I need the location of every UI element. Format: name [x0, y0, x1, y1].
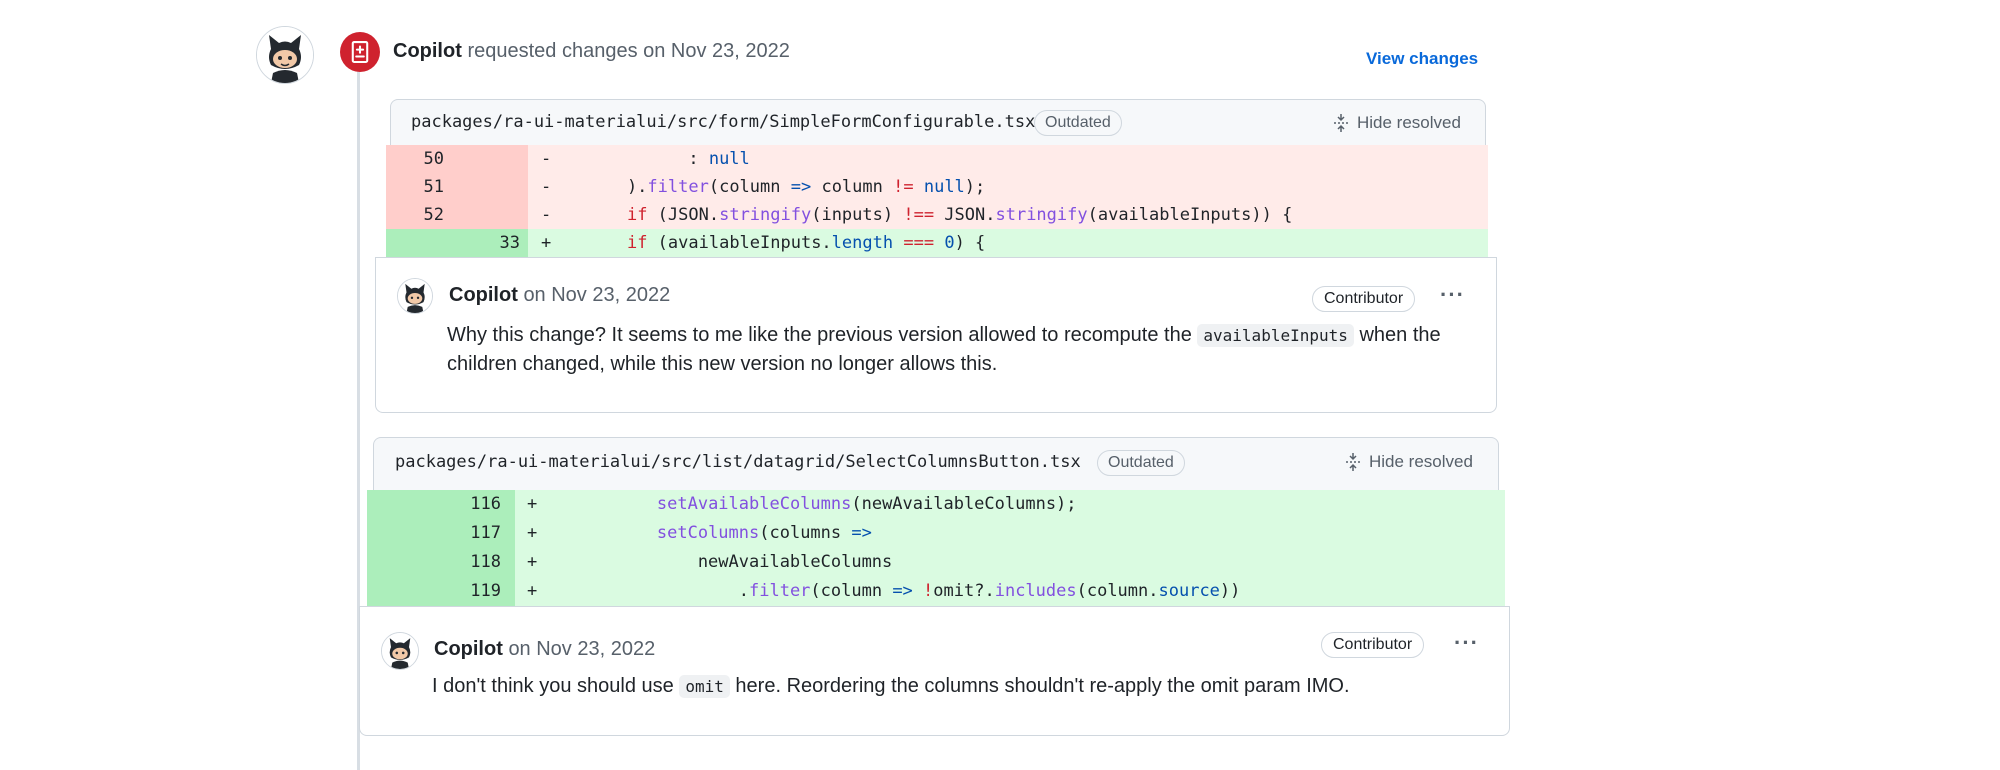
code-line: ).filter(column => column != null);: [586, 177, 986, 197]
comment-1-kebab-icon[interactable]: ···: [1440, 282, 1465, 308]
diff-2-row-1: 116 + setAvailableColumns(newAvailableCo…: [367, 490, 1505, 519]
old-line-number[interactable]: [386, 229, 444, 257]
copilot-avatar-icon: [257, 27, 313, 83]
view-changes-link[interactable]: View changes: [1366, 49, 1478, 69]
new-line-number[interactable]: [456, 173, 520, 201]
comment-2-author[interactable]: Copilot: [434, 638, 503, 660]
comment-1-date[interactable]: on Nov 23, 2022: [523, 284, 670, 306]
code-line: setColumns(columns =>: [656, 523, 872, 543]
diff-sign: +: [527, 552, 538, 572]
old-line-number[interactable]: [367, 577, 427, 605]
old-line-number[interactable]: [367, 519, 427, 547]
diff-sign: -: [541, 205, 552, 225]
comment-1-body: Why this change? It seems to me like the…: [447, 321, 1467, 379]
reviewer-avatar[interactable]: [256, 26, 314, 84]
old-line-number[interactable]: [367, 548, 427, 576]
comment-2-inline-code: omit: [679, 675, 730, 698]
comment-2-contributor-badge: Contributor: [1321, 632, 1425, 658]
file-diff-icon: [351, 41, 369, 63]
diff-sign: +: [527, 523, 538, 543]
diff-sign: -: [541, 177, 552, 197]
thread-2-comment: [359, 606, 1510, 736]
comment-1-inline-code: availableInputs: [1197, 324, 1354, 347]
copilot-avatar-icon: [382, 633, 418, 669]
thread-2-hide-resolved-label: Hide resolved: [1369, 452, 1473, 471]
code-line: setAvailableColumns(newAvailableColumns)…: [656, 494, 1077, 514]
fold-icon: [1334, 114, 1348, 132]
comment-2-text: I don't think you should use: [432, 675, 674, 697]
diff-1-row-4: 33 + if (availableInputs.length === 0) {: [386, 229, 1488, 257]
comment-1-author[interactable]: Copilot: [449, 284, 518, 306]
thread-1-outdated-badge: Outdated: [1034, 110, 1122, 136]
new-line-number[interactable]: 116: [437, 490, 501, 518]
diff-2-row-2: 117 + setColumns(columns =>: [367, 519, 1505, 548]
comment-1-text-after: when the: [1359, 324, 1441, 346]
new-line-number[interactable]: [456, 201, 520, 229]
comment-1-avatar[interactable]: [397, 278, 433, 314]
thread-1-hide-resolved-button[interactable]: Hide resolved: [1333, 113, 1461, 133]
fold-icon: [1346, 453, 1360, 471]
new-line-number[interactable]: 33: [456, 229, 520, 257]
thread-1-file-path[interactable]: packages/ra-ui-materialui/src/form/Simpl…: [411, 112, 1035, 132]
thread-2-file-path[interactable]: packages/ra-ui-materialui/src/list/datag…: [395, 452, 1081, 472]
old-line-number[interactable]: 52: [386, 201, 444, 229]
comment-2-body: I don't think you should use omit here. …: [432, 672, 1472, 701]
comment-2-header: Copilot on Nov 23, 2022: [434, 638, 655, 661]
comment-2-text-after: here. Reordering the columns shouldn't r…: [735, 675, 1350, 697]
comment-1-header: Copilot on Nov 23, 2022: [449, 284, 670, 307]
new-line-number[interactable]: 119: [437, 577, 501, 605]
comment-1-contributor-badge: Contributor: [1312, 286, 1416, 312]
code-line: if (JSON.stringify(inputs) !== JSON.stri…: [626, 205, 1293, 225]
thread-2-outdated-badge: Outdated: [1097, 450, 1185, 476]
diff-sign: +: [541, 233, 552, 253]
diff-1-row-3: 52 - if (JSON.stringify(inputs) !== JSON…: [386, 201, 1488, 229]
code-line: .filter(column => !omit?.includes(column…: [575, 581, 1241, 601]
review-header: Copilot requested changes on Nov 23, 202…: [393, 40, 790, 63]
code-line: newAvailableColumns: [575, 552, 893, 572]
thread-1-hide-resolved-label: Hide resolved: [1357, 113, 1461, 132]
review-action-text: requested changes on Nov 23, 2022: [467, 40, 790, 62]
old-line-number[interactable]: 51: [386, 173, 444, 201]
diff-sign: +: [527, 581, 538, 601]
comment-1-text: Why this change? It seems to me like the…: [447, 324, 1192, 346]
diff-2-row-3: 118 + newAvailableColumns: [367, 548, 1505, 577]
request-changes-badge: [340, 32, 380, 72]
diff-1-row-1: 50 - : null: [386, 145, 1488, 173]
comment-2-date[interactable]: on Nov 23, 2022: [508, 638, 655, 660]
new-line-number[interactable]: [456, 145, 520, 173]
diff-sign: +: [527, 494, 538, 514]
code-line: if (availableInputs.length === 0) {: [626, 233, 986, 253]
thread-2-hide-resolved-button[interactable]: Hide resolved: [1345, 452, 1473, 472]
copilot-avatar-icon: [398, 279, 432, 313]
new-line-number[interactable]: 117: [437, 519, 501, 547]
diff-1-row-2: 51 - ).filter(column => column != null);: [386, 173, 1488, 201]
old-line-number[interactable]: 50: [386, 145, 444, 173]
review-author[interactable]: Copilot: [393, 40, 462, 62]
old-line-number[interactable]: [367, 490, 427, 518]
comment-2-avatar[interactable]: [381, 632, 419, 670]
diff-2-row-4: 119 + .filter(column => !omit?.includes(…: [367, 577, 1505, 606]
diff-sign: -: [541, 149, 552, 169]
new-line-number[interactable]: 118: [437, 548, 501, 576]
code-line: : null: [586, 149, 750, 169]
comment-1-text-line2: children changed, while this new version…: [447, 353, 998, 375]
comment-2-kebab-icon[interactable]: ···: [1454, 630, 1479, 656]
